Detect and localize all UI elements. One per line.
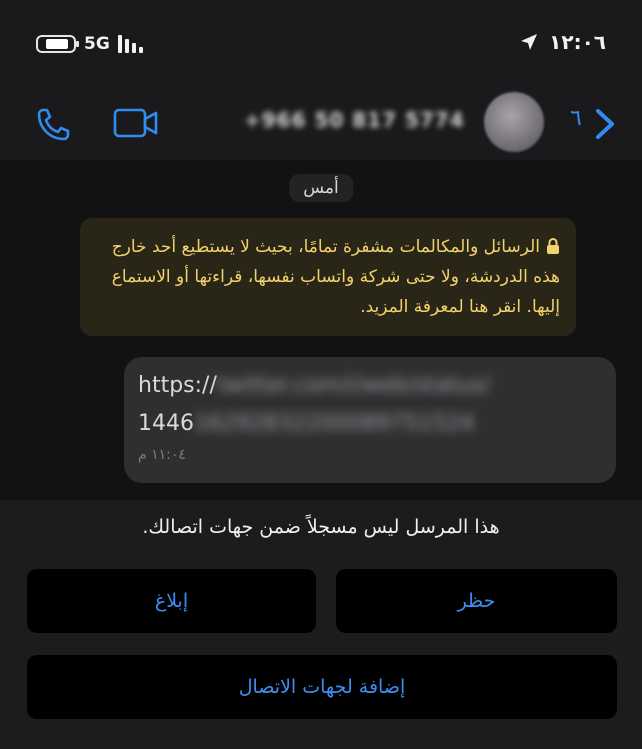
- network-type: 5G: [84, 34, 110, 54]
- date-separator: أمس: [289, 174, 353, 202]
- encryption-notice-text: الرسائل والمكالمات مشفرة تمامًا، بحيث لا…: [111, 237, 560, 317]
- status-right: ١٢:٠٦: [519, 30, 606, 54]
- unknown-sender-notice: هذا المرسل ليس مسجلاً ضمن جهات اتصالك.: [142, 516, 500, 538]
- unread-count-badge: ٦: [570, 106, 582, 131]
- block-button[interactable]: حظر: [336, 569, 617, 633]
- message-time: ١١:٠٤ م: [138, 447, 186, 463]
- location-arrow-icon: [521, 34, 538, 50]
- chevron-right-icon[interactable]: [590, 106, 620, 142]
- battery-icon: [36, 35, 79, 53]
- chat-header: +966 50 817 5774 ٦: [0, 88, 642, 161]
- message-bubble[interactable]: https://twitter.com/i/web/status/ 144616…: [124, 357, 616, 483]
- avatar[interactable]: [484, 92, 544, 152]
- contact-name[interactable]: +966 50 817 5774: [244, 108, 465, 132]
- report-button[interactable]: إبلاغ: [27, 569, 316, 633]
- link-id-prefix: 1446: [138, 411, 194, 436]
- status-left: 5G: [36, 34, 143, 54]
- unknown-sender-panel: هذا المرسل ليس مسجلاً ضمن جهات اتصالك. إ…: [0, 500, 642, 749]
- status-bar: 5G ١٢:٠٦: [0, 0, 642, 88]
- phone-icon[interactable]: [34, 104, 74, 144]
- signal-icon: [117, 35, 143, 53]
- message-link[interactable]: https://twitter.com/i/web/status/: [138, 367, 602, 405]
- link-blurred: twitter.com/i/web/status/: [216, 373, 491, 398]
- lock-icon: [547, 238, 559, 254]
- link-prefix: https://: [138, 373, 217, 398]
- add-to-contacts-button[interactable]: إضافة لجهات الاتصال: [27, 655, 617, 719]
- message-link-line2[interactable]: 144616292832200089751524: [138, 405, 602, 443]
- chat-area[interactable]: أمس الرسائل والمكالمات مشفرة تمامًا، بحي…: [0, 160, 642, 500]
- clock: ١٢:٠٦: [549, 30, 606, 54]
- link-id-blurred: 16292832200089751524: [194, 411, 474, 436]
- video-call-icon[interactable]: [112, 106, 160, 140]
- encryption-notice[interactable]: الرسائل والمكالمات مشفرة تمامًا، بحيث لا…: [80, 218, 576, 336]
